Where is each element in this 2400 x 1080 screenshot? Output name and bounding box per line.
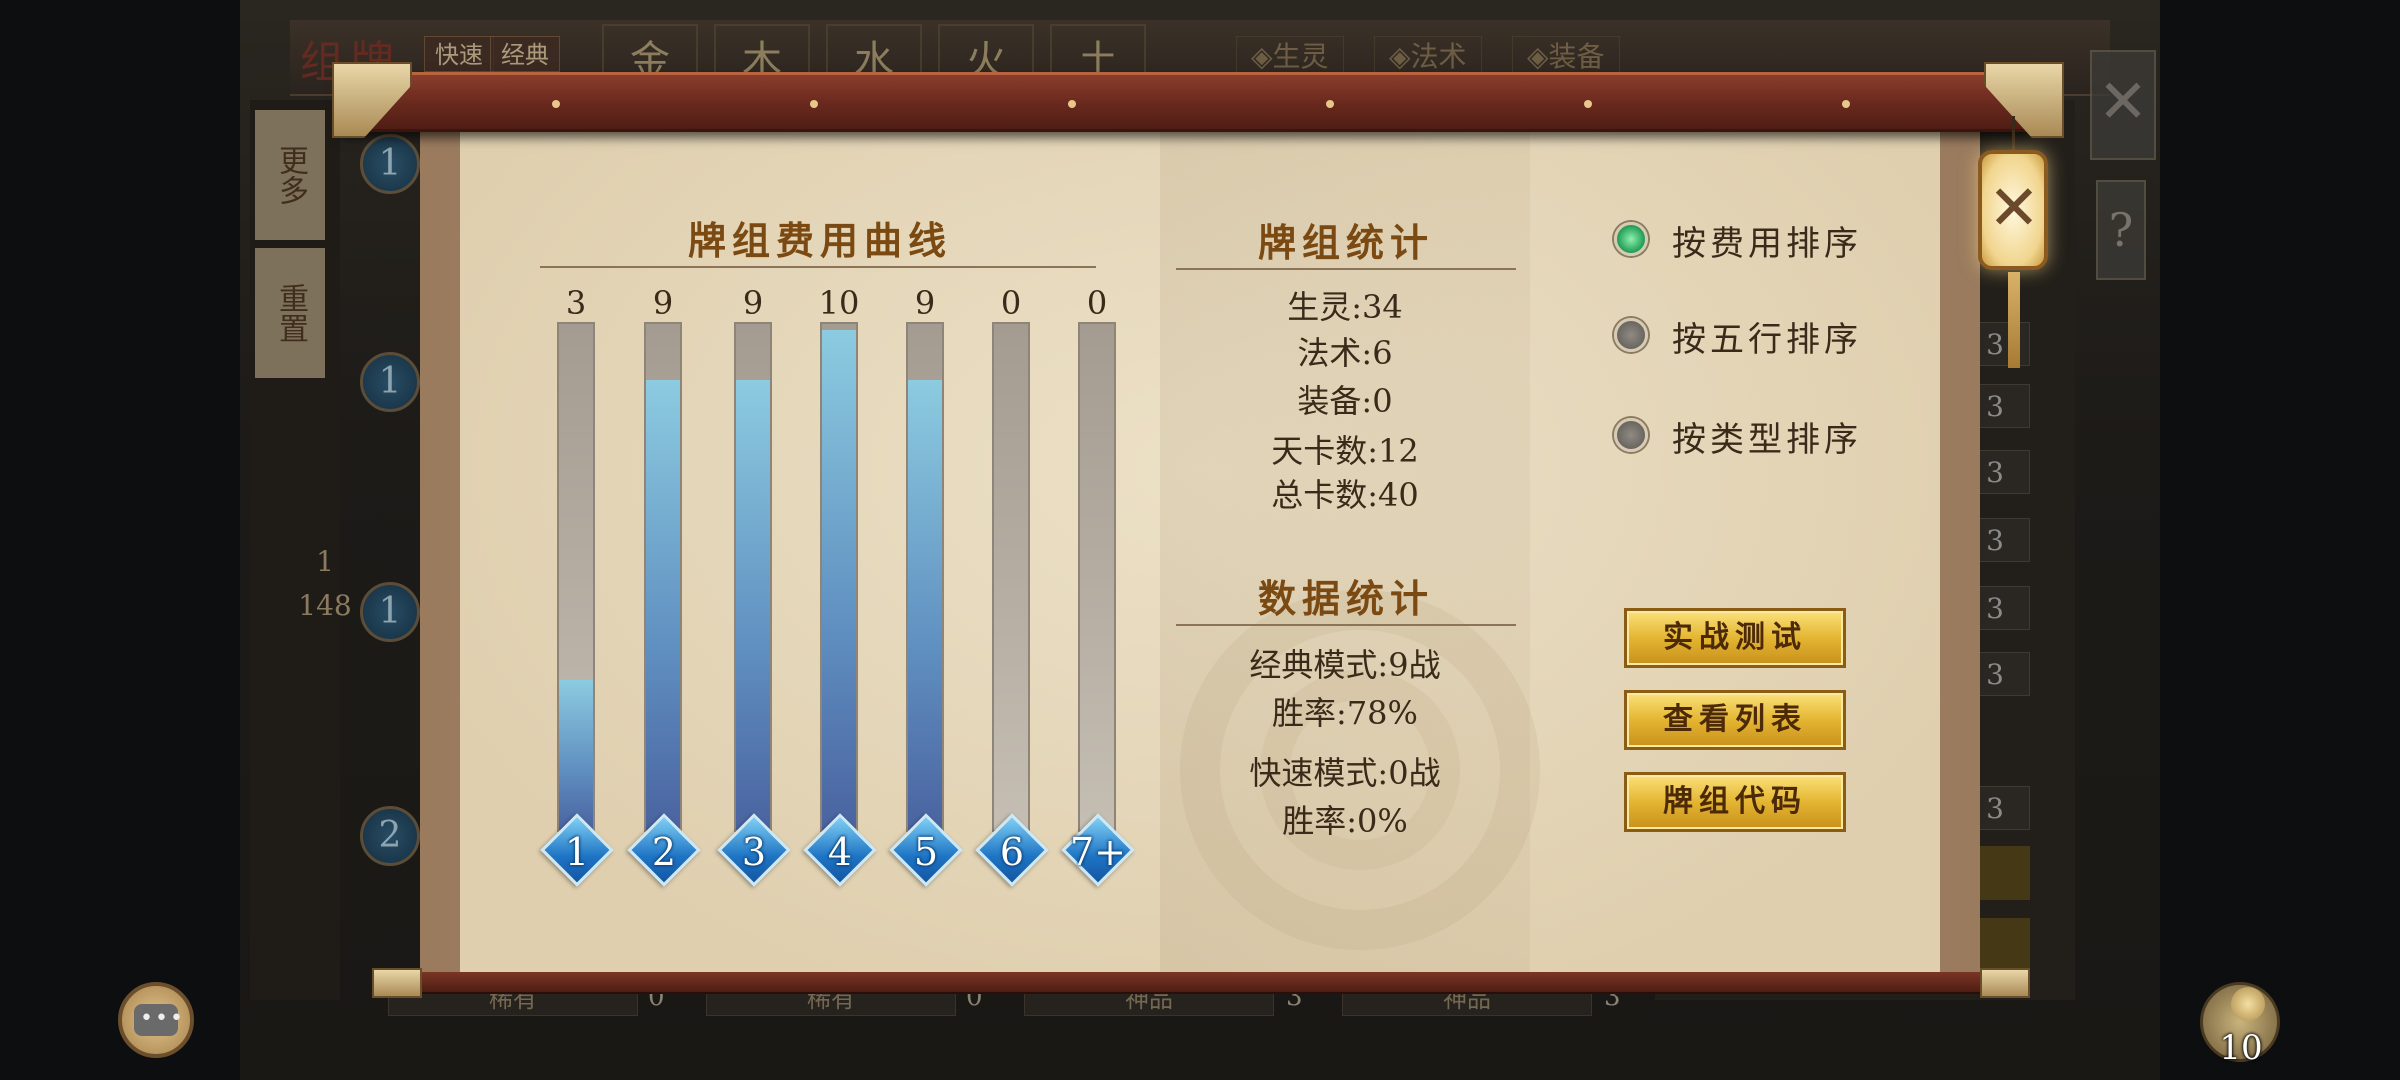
background-filter-equipment: ◈装备 bbox=[1512, 36, 1620, 76]
deck-code-button[interactable]: 牌组代码 bbox=[1624, 772, 1846, 832]
cost-bar-count: 10 bbox=[818, 284, 860, 322]
scroll-bottom-cap-right bbox=[1980, 968, 2030, 998]
stat-quick-games: 快速模式:0战 bbox=[1249, 754, 1441, 792]
stat-spells: 法术:6 bbox=[1297, 334, 1393, 372]
scroll-top-rod bbox=[340, 72, 2030, 132]
battle-test-button[interactable]: 实战测试 bbox=[1624, 608, 1846, 668]
sort-radio[interactable] bbox=[1614, 222, 1648, 256]
cost-label: 1 bbox=[564, 830, 590, 874]
background-cost-dot: 1 bbox=[360, 582, 420, 642]
sort-option-label[interactable]: 按类型排序 bbox=[1672, 412, 1862, 461]
cost-bar-fill bbox=[559, 680, 593, 830]
cost-label: 5 bbox=[913, 830, 939, 874]
cost-bar-count: 9 bbox=[652, 284, 674, 322]
bag-icon bbox=[2231, 987, 2265, 1021]
cost-bar-fill bbox=[646, 380, 680, 830]
background-filter-creature: ◈生灵 bbox=[1236, 36, 1344, 76]
cost-bar-count: 0 bbox=[1086, 284, 1108, 322]
cost-bar-track bbox=[644, 322, 682, 832]
stat-quick-winrate: 胜率:0% bbox=[1282, 802, 1408, 840]
deck-stats-title: 牌组统计 bbox=[1257, 220, 1434, 265]
background-filter-spell: ◈法术 bbox=[1374, 36, 1482, 76]
background-cost-dot: 2 bbox=[360, 806, 420, 866]
background-tab-reset: 重置 bbox=[255, 248, 325, 378]
background-help-icon: ? bbox=[2096, 180, 2146, 280]
cost-bar-fill bbox=[822, 330, 856, 830]
background-mode-quick: 快速 bbox=[424, 36, 494, 72]
stat-equipment: 装备:0 bbox=[1297, 382, 1393, 420]
cost-bar-track bbox=[992, 322, 1030, 832]
chat-button[interactable]: ••• bbox=[118, 982, 194, 1058]
cost-bar-track bbox=[906, 322, 944, 832]
sort-radio[interactable] bbox=[1614, 418, 1648, 452]
bag-count: 10 bbox=[2219, 1028, 2263, 1068]
scroll-bottom-cap-left bbox=[372, 968, 422, 998]
cost-bar-track bbox=[734, 322, 772, 832]
cost-bar-count: 3 bbox=[565, 284, 587, 322]
cost-bar-count: 0 bbox=[1000, 284, 1022, 322]
lantern-tassel bbox=[2008, 272, 2020, 368]
stat-total-cards: 总卡数:40 bbox=[1271, 476, 1419, 514]
cost-label: 4 bbox=[827, 830, 853, 874]
sort-radio[interactable] bbox=[1614, 318, 1648, 352]
background-cost-dot: 1 bbox=[360, 352, 420, 412]
scroll-bottom-rod bbox=[375, 972, 2025, 994]
cost-bar-count: 9 bbox=[742, 284, 764, 322]
deck-stats-rule bbox=[1176, 268, 1516, 270]
background-count-bottom: 148 bbox=[298, 589, 352, 622]
background-tab-more: 更多 bbox=[255, 110, 325, 240]
close-icon[interactable]: ✕ bbox=[1982, 160, 2046, 256]
cost-bar-track bbox=[557, 322, 595, 832]
cost-bar-fill bbox=[908, 380, 942, 830]
cost-label: 7+ bbox=[1069, 830, 1127, 874]
background-mode-classic: 经典 bbox=[490, 36, 560, 72]
cost-bar-fill bbox=[736, 380, 770, 830]
background-close-icon: ✕ bbox=[2090, 50, 2156, 160]
rod-stud bbox=[810, 100, 818, 108]
stat-sky-cards: 天卡数:12 bbox=[1271, 432, 1419, 470]
stat-classic-winrate: 胜率:78% bbox=[1272, 694, 1418, 732]
cost-curve-title: 牌组费用曲线 bbox=[687, 218, 952, 263]
rod-stud bbox=[1584, 100, 1592, 108]
rod-stud bbox=[1068, 100, 1076, 108]
data-stats-rule bbox=[1176, 624, 1516, 626]
cost-curve-rule bbox=[540, 266, 1096, 268]
stat-creatures: 生灵:34 bbox=[1287, 288, 1403, 326]
cost-label: 6 bbox=[999, 830, 1025, 874]
sort-option-label[interactable]: 按五行排序 bbox=[1672, 312, 1862, 361]
background-count-top: 1 bbox=[316, 545, 334, 578]
rod-stud bbox=[552, 100, 560, 108]
cost-bar-track bbox=[820, 322, 858, 832]
background-card-count: 1 148 bbox=[285, 540, 365, 628]
sort-option-label[interactable]: 按费用排序 bbox=[1672, 216, 1862, 265]
background-cost-dot: 1 bbox=[360, 134, 420, 194]
data-stats-title: 数据统计 bbox=[1257, 576, 1434, 621]
chat-dots: ••• bbox=[140, 1006, 185, 1031]
cost-label: 2 bbox=[651, 830, 677, 874]
rod-stud bbox=[1842, 100, 1850, 108]
rod-stud bbox=[1326, 100, 1334, 108]
view-list-button[interactable]: 查看列表 bbox=[1624, 690, 1846, 750]
stat-classic-games: 经典模式:9战 bbox=[1249, 646, 1441, 684]
cost-label: 3 bbox=[741, 830, 767, 874]
cost-bar-track bbox=[1078, 322, 1116, 832]
cost-bar-count: 9 bbox=[914, 284, 936, 322]
